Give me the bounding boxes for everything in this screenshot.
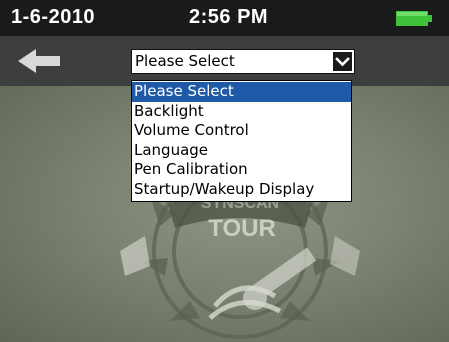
back-button[interactable] <box>14 46 64 76</box>
chevron-down-icon <box>335 57 350 67</box>
option-backlight[interactable]: Backlight <box>132 102 351 122</box>
option-startup-wakeup-display[interactable]: Startup/Wakeup Display <box>132 180 351 200</box>
status-time: 2:56 PM <box>189 6 269 28</box>
back-arrow-icon <box>18 49 60 73</box>
option-language[interactable]: Language <box>132 141 351 161</box>
settings-select[interactable]: Please Select <box>131 49 355 74</box>
option-volume-control[interactable]: Volume Control <box>132 121 351 141</box>
dropdown-list: Please Select Backlight Volume Control L… <box>131 80 352 202</box>
select-arrow-button[interactable] <box>333 52 352 71</box>
status-bar: 1-6-2010 2:56 PM <box>0 0 449 36</box>
status-date: 1-6-2010 <box>11 6 96 28</box>
battery-full-icon <box>396 11 432 26</box>
toolbar: Please Select <box>0 36 449 86</box>
option-pen-calibration[interactable]: Pen Calibration <box>132 160 351 180</box>
svg-text:TOUR: TOUR <box>208 215 276 242</box>
select-value: Please Select <box>135 52 235 70</box>
option-please-select[interactable]: Please Select <box>132 82 351 102</box>
